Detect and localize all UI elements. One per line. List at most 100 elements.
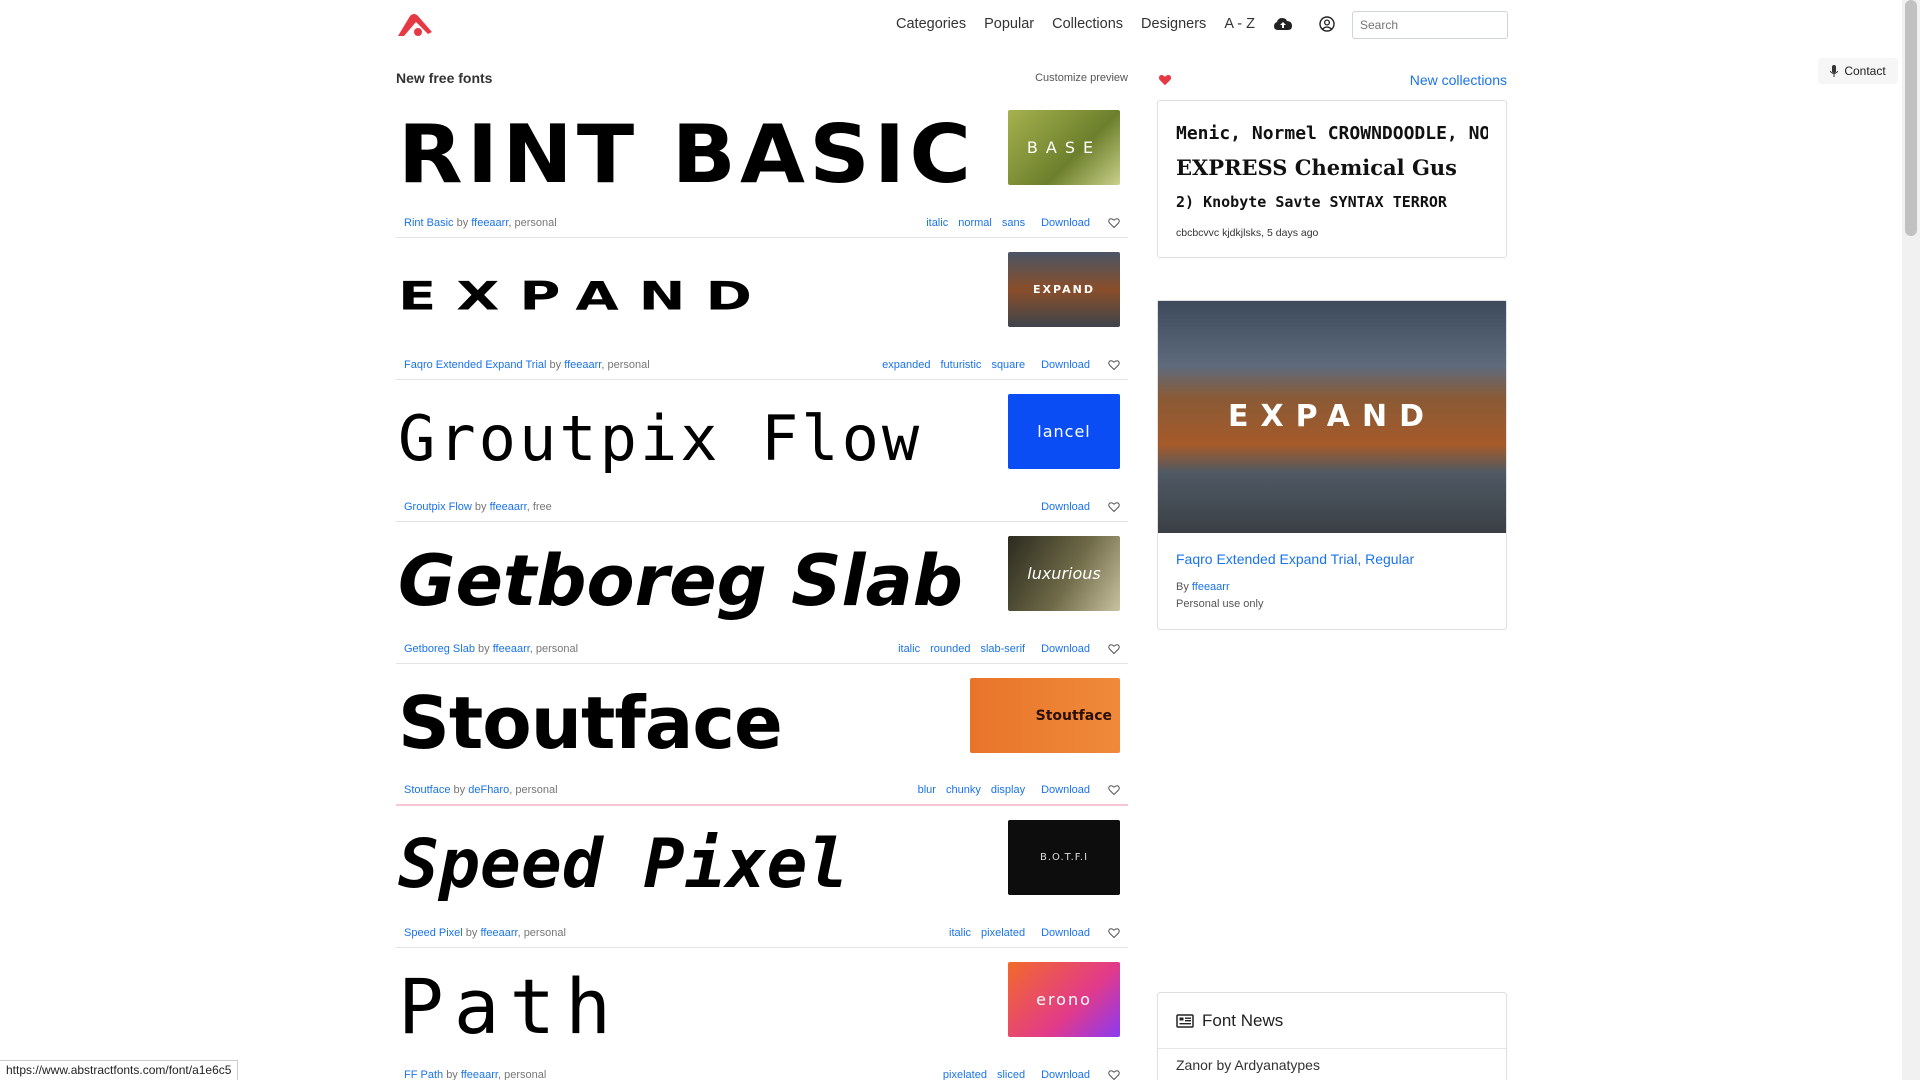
font-name-link[interactable]: Getboreg Slab — [404, 643, 475, 655]
heart-outline-icon[interactable] — [1108, 501, 1120, 513]
download-link[interactable]: Download — [1041, 1069, 1090, 1080]
download-link[interactable]: Download — [1041, 501, 1090, 513]
font-row: Groutpix Flow lancel Groutpix Flow by ff… — [396, 380, 1128, 522]
font-name-link[interactable]: Groutpix Flow — [404, 501, 472, 513]
font-meta: Rint Basic by ffeeaarr, personal — [404, 217, 557, 229]
tag-link[interactable]: italic — [926, 217, 948, 229]
designer-link[interactable]: ffeeaarr — [461, 1069, 498, 1080]
user-account-icon[interactable] — [1317, 14, 1337, 34]
customize-preview-link[interactable]: Customize preview — [1035, 72, 1128, 84]
font-meta: FF Path by ffeeaarr, personal — [404, 1069, 547, 1080]
tag-link[interactable]: display — [991, 784, 1025, 796]
font-preview[interactable]: Groutpix Flow — [398, 394, 922, 484]
nav-collections[interactable]: Collections — [1052, 14, 1123, 34]
newspaper-icon — [1176, 1013, 1194, 1028]
font-meta: Speed Pixel by ffeeaarr, personal — [404, 927, 566, 939]
new-collections-link[interactable]: New collections — [1410, 72, 1507, 88]
designer-link[interactable]: ffeeaarr — [471, 217, 508, 229]
nav-categories[interactable]: Categories — [896, 14, 966, 34]
font-thumbnail[interactable]: EXPAND — [1008, 252, 1120, 327]
heart-filled-icon[interactable] — [1157, 73, 1173, 87]
featured-image-text: EXPAND — [1227, 399, 1437, 434]
font-name-link[interactable]: Stoutface — [404, 784, 450, 796]
download-link[interactable]: Download — [1041, 359, 1090, 371]
heart-outline-icon[interactable] — [1108, 1069, 1120, 1080]
featured-by-label: By — [1176, 581, 1189, 593]
news-item[interactable]: Zanor by Ardyanatypes — [1158, 1049, 1506, 1080]
font-meta: Getboreg Slab by ffeeaarr, personal — [404, 643, 579, 655]
download-link[interactable]: Download — [1041, 927, 1090, 939]
tag-link[interactable]: sans — [1002, 217, 1025, 229]
tag-link[interactable]: italic — [898, 643, 920, 655]
heart-outline-icon[interactable] — [1108, 643, 1120, 655]
tag-link[interactable]: normal — [958, 217, 992, 229]
font-news-title: Font News — [1202, 1010, 1284, 1030]
font-name-link[interactable]: Faqro Extended Expand Trial — [404, 359, 546, 371]
font-meta: Faqro Extended Expand Trial by ffeeaarr,… — [404, 359, 650, 371]
tag-link[interactable]: italic — [949, 927, 971, 939]
font-thumbnail[interactable]: luxurious — [1008, 536, 1120, 611]
tag-link[interactable]: rounded — [930, 643, 970, 655]
scrollbar-thumb[interactable] — [1905, 0, 1917, 236]
cloud-upload-icon[interactable] — [1273, 14, 1293, 34]
font-name-link[interactable]: Speed Pixel — [404, 927, 463, 939]
designer-link[interactable]: ffeeaarr — [490, 501, 527, 513]
font-preview[interactable]: RINT BASIC — [398, 110, 975, 200]
font-preview[interactable]: EXPAND — [398, 266, 772, 329]
collection-meta: cbcbcvvc kjdkjlsks, 5 days ago — [1176, 227, 1319, 239]
download-link[interactable]: Download — [1041, 784, 1090, 796]
font-thumbnail[interactable]: BASE — [1008, 110, 1120, 185]
tag-link[interactable]: pixelated — [981, 927, 1025, 939]
featured-font-card: EXPAND Faqro Extended Expand Trial, Regu… — [1157, 300, 1507, 630]
font-row: Getboreg Slab luxurious Getboreg Slab by… — [396, 522, 1128, 664]
tag-link[interactable]: blur — [918, 784, 936, 796]
contact-button[interactable]: Contact — [1818, 58, 1898, 84]
heart-outline-icon[interactable] — [1108, 784, 1120, 796]
tag-link[interactable]: slab-serif — [980, 643, 1025, 655]
font-tags: blur chunky display Download — [918, 784, 1120, 796]
contact-label: Contact — [1844, 64, 1886, 78]
featured-font-title[interactable]: Faqro Extended Expand Trial, Regular — [1176, 551, 1488, 567]
font-thumbnail[interactable]: Stoutface — [970, 678, 1120, 753]
section-title: New free fonts — [396, 70, 493, 86]
font-name-link[interactable]: Rint Basic — [404, 217, 454, 229]
heart-outline-icon[interactable] — [1108, 359, 1120, 371]
font-name-link[interactable]: FF Path — [404, 1069, 443, 1080]
nav-designers[interactable]: Designers — [1141, 14, 1206, 34]
download-link[interactable]: Download — [1041, 217, 1090, 229]
designer-link[interactable]: deFharo — [468, 784, 509, 796]
featured-image[interactable]: EXPAND — [1158, 301, 1506, 533]
page-scrollbar[interactable] — [1902, 0, 1920, 1080]
status-bar-url: https://www.abstractfonts.com/font/a1e6c… — [0, 1060, 239, 1080]
nav-a-z[interactable]: A - Z — [1224, 14, 1255, 34]
tag-link[interactable]: chunky — [946, 784, 981, 796]
tag-link[interactable]: futuristic — [940, 359, 981, 371]
top-navbar: Categories Popular Collections Designers… — [0, 0, 1902, 50]
designer-link[interactable]: ffeeaarr — [493, 643, 530, 655]
designer-link[interactable]: ffeeaarr — [480, 927, 517, 939]
collection-preview-line: Menic, Normel CROWNDOODLE, NORMAL — [1176, 123, 1488, 144]
search-input[interactable] — [1352, 11, 1508, 39]
heart-outline-icon[interactable] — [1108, 927, 1120, 939]
tag-link[interactable]: sliced — [997, 1069, 1025, 1080]
font-thumbnail[interactable]: lancel — [1008, 394, 1120, 469]
font-preview[interactable]: Getboreg Slab — [398, 536, 963, 626]
abstract-fonts-logo[interactable] — [396, 12, 434, 38]
sidebar-right: New collections Menic, Normel CROWNDOODL… — [1157, 60, 1507, 630]
tag-link[interactable]: square — [991, 359, 1025, 371]
font-thumbnail[interactable]: erono — [1008, 962, 1120, 1037]
font-row: Speed Pixel B.O.T.F.I Speed Pixel by ffe… — [396, 806, 1128, 948]
tag-link[interactable]: pixelated — [943, 1069, 987, 1080]
font-preview[interactable]: Stoutface — [398, 678, 782, 768]
designer-link[interactable]: ffeeaarr — [564, 359, 601, 371]
tag-link[interactable]: expanded — [882, 359, 930, 371]
download-link[interactable]: Download — [1041, 643, 1090, 655]
heart-outline-icon[interactable] — [1108, 217, 1120, 229]
font-tags: italic normal sans Download — [926, 217, 1120, 229]
font-preview[interactable]: Path — [398, 962, 621, 1052]
font-thumbnail[interactable]: B.O.T.F.I — [1008, 820, 1120, 895]
featured-designer-link[interactable]: ffeeaarr — [1192, 581, 1230, 593]
nav-popular[interactable]: Popular — [984, 14, 1034, 34]
collection-card[interactable]: Menic, Normel CROWNDOODLE, NORMAL EXPRES… — [1157, 100, 1507, 258]
font-preview[interactable]: Speed Pixel — [398, 820, 848, 910]
